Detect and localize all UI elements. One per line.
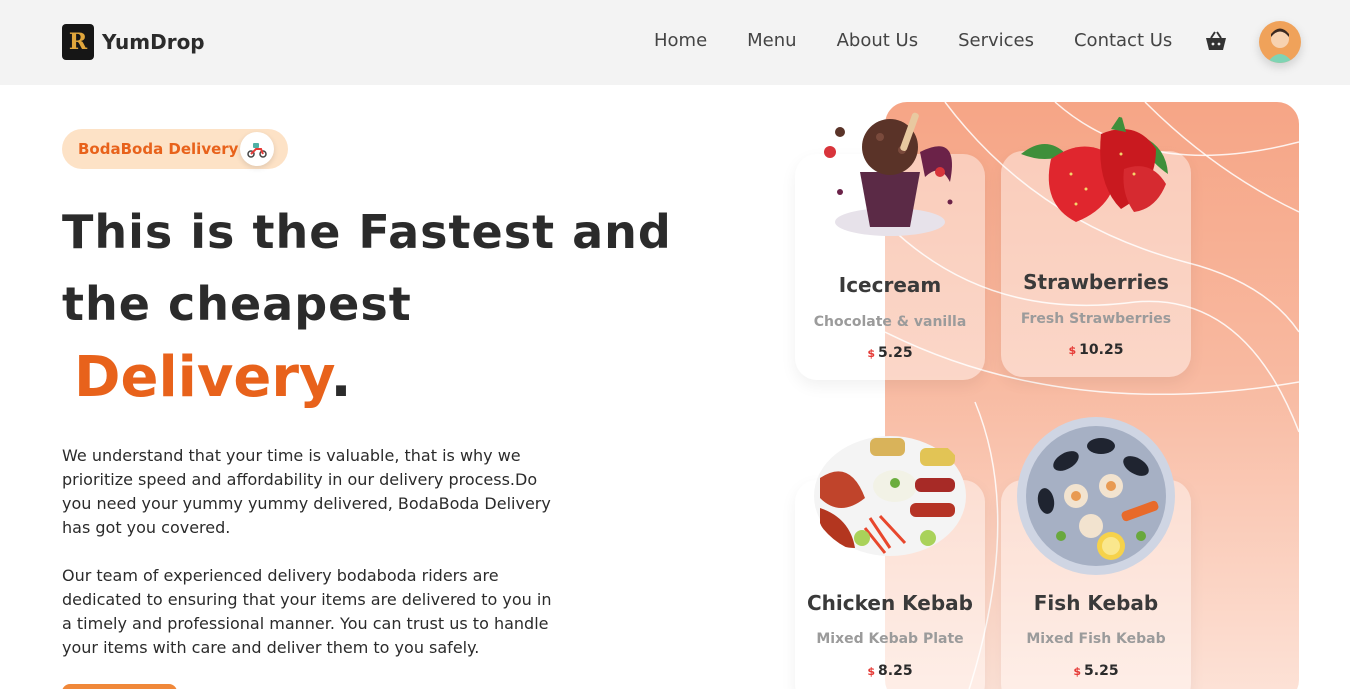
strawberries-image: [1021, 114, 1168, 222]
scooter-icon: [240, 132, 274, 166]
card-subtitle: Chocolate & vanilla: [813, 314, 967, 330]
price-value: 10.25: [1079, 342, 1124, 358]
hero-title-line-2: the cheapest: [62, 277, 412, 331]
card-title: Chicken Kebab: [807, 591, 973, 615]
hero-title-line-1: This is the Fastest and: [62, 205, 672, 259]
basket-icon[interactable]: [1204, 30, 1228, 52]
main-nav: Home Menu About Us Services Contact Us: [654, 30, 1212, 51]
icecream-image: [824, 112, 953, 236]
hero-paragraph-1: We understand that your time is valuable…: [62, 446, 551, 537]
hero-accent-word: Delivery: [74, 345, 331, 410]
currency-symbol: $: [1073, 665, 1082, 678]
brand[interactable]: R YumDrop: [62, 24, 205, 60]
price-value: 5.25: [878, 345, 913, 361]
price-value: 5.25: [1084, 663, 1119, 679]
user-avatar-icon: [1267, 28, 1293, 63]
hero-paragraph-2: Our team of experienced delivery bodabod…: [62, 566, 552, 657]
top-navbar: R YumDrop Home Menu About Us Services Co…: [0, 0, 1350, 85]
badge-label: BodaBoda Delivery: [78, 140, 239, 158]
cta-button[interactable]: [62, 684, 177, 689]
hero-accent: Delivery.: [74, 343, 352, 413]
nav-contact-us[interactable]: Contact Us: [1074, 30, 1172, 51]
user-avatar[interactable]: [1259, 21, 1301, 63]
currency-symbol: $: [867, 347, 876, 360]
nav-menu[interactable]: Menu: [747, 30, 796, 51]
hero-title: This is the Fastest and the cheapest: [62, 196, 742, 340]
card-title: Strawberries: [1023, 270, 1169, 294]
card-subtitle: Mixed Kebab Plate: [816, 631, 964, 647]
chicken-kebab-image: [814, 436, 966, 556]
nav-home[interactable]: Home: [654, 30, 707, 51]
brand-name: YumDrop: [102, 30, 205, 54]
currency-symbol: $: [1068, 344, 1077, 357]
brand-logo: R: [62, 24, 94, 60]
card-price: $8.25: [795, 663, 985, 679]
card-subtitle: Fresh Strawberries: [1020, 311, 1172, 327]
card-price: $10.25: [1001, 342, 1191, 358]
delivery-badge: BodaBoda Delivery: [62, 129, 288, 169]
card-subtitle: Mixed Fish Kebab: [1026, 631, 1166, 647]
hero-accent-dot: .: [330, 345, 352, 410]
card-price: $5.25: [1001, 663, 1191, 679]
card-title: Icecream: [838, 273, 942, 297]
nav-about-us[interactable]: About Us: [837, 30, 919, 51]
price-value: 8.25: [878, 663, 913, 679]
fish-kebab-image: [1017, 417, 1175, 575]
card-price: $5.25: [795, 345, 985, 361]
card-title: Fish Kebab: [1033, 591, 1159, 615]
nav-services[interactable]: Services: [958, 30, 1034, 51]
currency-symbol: $: [867, 665, 876, 678]
